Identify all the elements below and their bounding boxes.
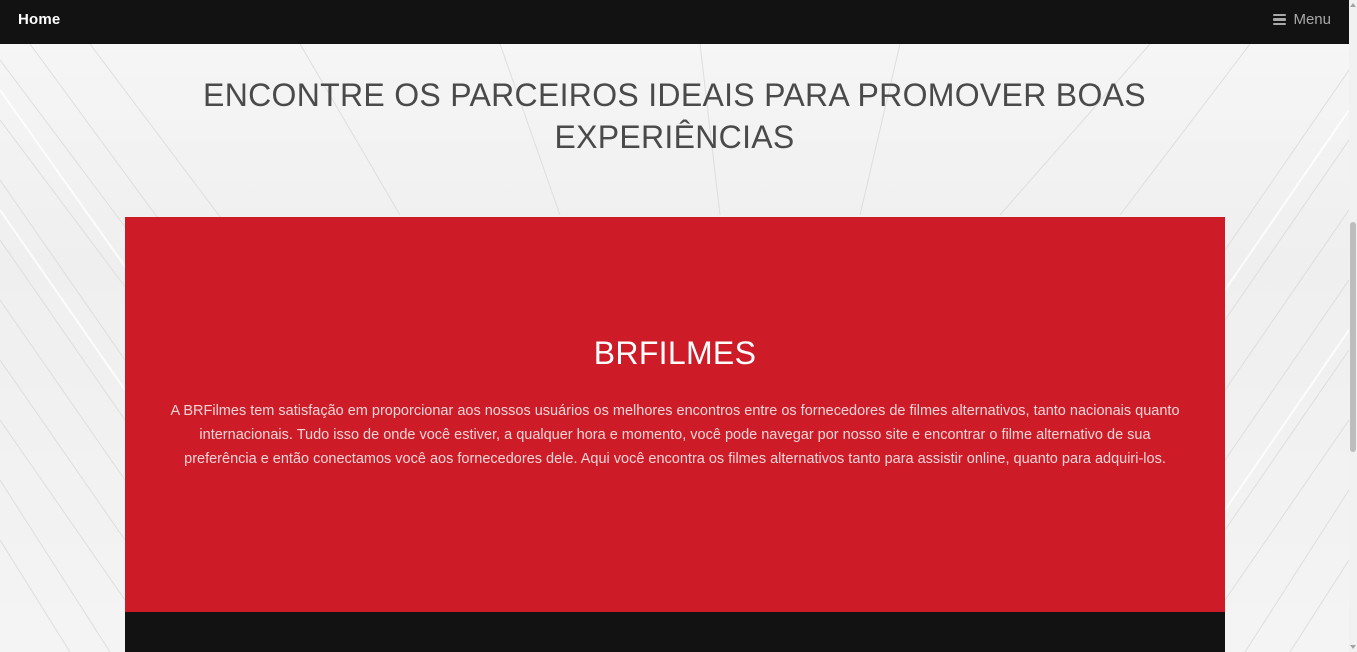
hamburger-icon xyxy=(1273,14,1287,25)
vertical-scrollbar[interactable] xyxy=(1349,0,1357,652)
top-navbar: Home Menu xyxy=(0,0,1349,44)
scroll-thumb[interactable] xyxy=(1350,222,1356,452)
page-headline: ENCONTRE OS PARCEIROS IDEAIS PARA PROMOV… xyxy=(203,77,1146,155)
home-link[interactable]: Home xyxy=(18,11,60,28)
about-title: BRFILMES xyxy=(593,335,757,371)
about-description: A BRFilmes tem satisfação em proporciona… xyxy=(170,403,1180,467)
scroll-down-icon[interactable] xyxy=(1350,645,1356,649)
next-section-band xyxy=(125,612,1225,652)
about-panel: BRFILMES A BRFilmes tem satisfação em pr… xyxy=(125,217,1225,612)
menu-button[interactable]: Menu xyxy=(1273,11,1331,28)
menu-label: Menu xyxy=(1293,11,1331,28)
scroll-up-icon[interactable] xyxy=(1350,3,1356,7)
